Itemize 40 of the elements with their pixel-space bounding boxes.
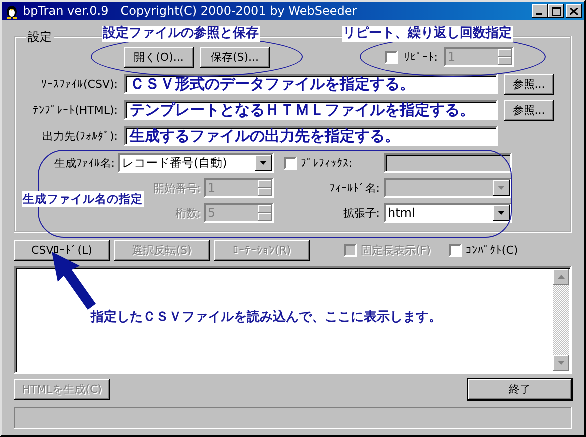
field-label: ｿｰｽﾌｧｲﾙ(CSV):	[40, 78, 118, 90]
extension-dropdown[interactable]: html	[384, 203, 512, 223]
dropdown-arrow-icon	[260, 161, 267, 165]
checkbox[interactable]	[448, 244, 462, 257]
browse-button[interactable]: 参照...	[504, 100, 554, 120]
annotation-text: 生成ファイル名の指定	[22, 191, 144, 207]
minimize-button[interactable]	[532, 4, 548, 18]
window-title: bpTran ver.0.9 Copyright(C) 2000-2001 by WebSeeder	[23, 2, 358, 20]
data-list[interactable]	[14, 266, 572, 374]
annotation-text: 設定ファイルの参照と保存	[102, 26, 260, 42]
dropdown-arrow-icon	[498, 211, 505, 215]
filename-dropdown[interactable]: レコード番号(自動)	[118, 153, 274, 173]
browse-button[interactable]: 参照...	[504, 74, 554, 94]
maximize-button[interactable]	[548, 4, 564, 18]
checkbox-label: 固定長表示(F)	[361, 243, 431, 258]
repeat-label: ﾘﾋﾟｰﾄ:	[404, 50, 438, 64]
annotation-text: リピート、繰り返し回数指定	[342, 26, 513, 42]
maximize-icon	[552, 6, 560, 16]
prefix-label: ﾌﾟﾚﾌｨｯｸｽ:	[301, 156, 353, 170]
extension-label: 拡張子:	[343, 206, 380, 220]
checkbox-label: ｺﾝﾊﾟｸﾄ(C)	[466, 244, 518, 257]
scrollbar[interactable]	[553, 269, 569, 371]
scroll-up-icon	[558, 275, 564, 279]
dropdown-arrow-icon	[498, 186, 505, 190]
save-button[interactable]: 保存(S)...	[200, 46, 270, 68]
toolbar-button[interactable]: CSVﾛｰﾄﾞ(L)	[14, 240, 110, 261]
field-label: ﾃﾝﾌﾟﾚｰﾄ(HTML):	[32, 104, 118, 116]
annotation-text: 指定したＣＳＶファイルを読み込んで、ここに表示します。	[90, 310, 443, 326]
digits-label: 桁数:	[175, 206, 201, 220]
open-button[interactable]: 開く(O)...	[124, 46, 194, 68]
field-label: 出力先(ﾌｫﾙﾀﾞ):	[42, 128, 118, 144]
field-name-label: ﾌｨｰﾙﾄﾞ名:	[329, 180, 380, 196]
exit-button[interactable]: 終了	[468, 379, 572, 400]
start-number-label: 開始番号:	[153, 180, 201, 196]
filename-label: 生成ﾌｧｲﾙ名:	[54, 156, 115, 170]
app-icon	[4, 3, 20, 19]
close-icon	[570, 8, 578, 14]
close-button[interactable]	[566, 4, 582, 18]
group-label: 設定	[27, 30, 53, 44]
scroll-down-icon	[558, 361, 564, 365]
